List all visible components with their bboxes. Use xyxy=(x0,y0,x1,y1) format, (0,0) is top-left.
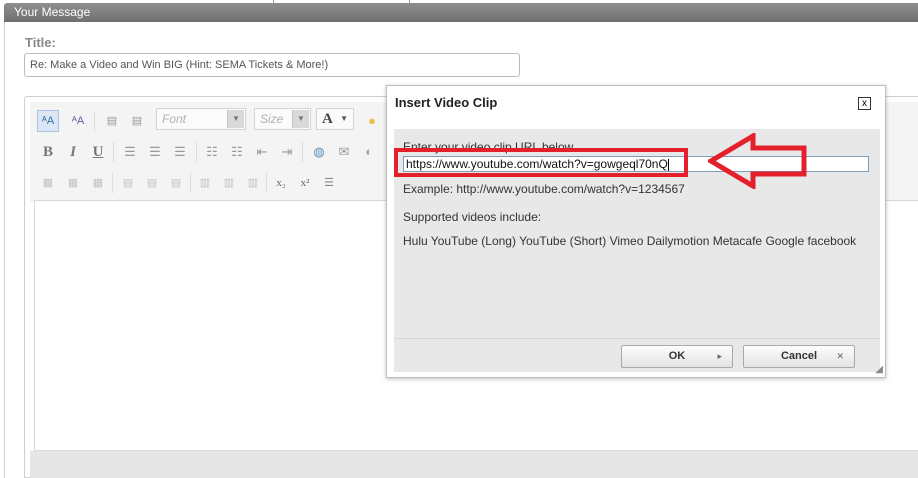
toolbar-separator xyxy=(266,173,267,193)
ordered-list-icon[interactable]: ☷ xyxy=(201,141,223,163)
close-icon: ✕ xyxy=(836,351,844,361)
chevron-right-icon: ▸ xyxy=(717,351,722,361)
panel-header: Your Message xyxy=(4,3,918,22)
toolbar-separator xyxy=(190,173,191,193)
supported-list: Hulu YouTube (Long) YouTube (Short) Vime… xyxy=(403,234,857,248)
size-select-label: Size xyxy=(260,112,284,126)
toolbar-separator xyxy=(302,142,303,162)
editor-statusbar xyxy=(30,451,918,478)
paste-icon[interactable]: ▤ xyxy=(101,110,123,132)
bold-button[interactable]: B xyxy=(37,141,59,163)
superscript-button[interactable]: x² xyxy=(294,172,316,194)
toolbar-separator xyxy=(196,142,197,162)
italic-button[interactable]: I xyxy=(62,141,84,163)
resize-grip-icon[interactable]: ◢ xyxy=(875,364,883,375)
panel-border xyxy=(4,22,5,478)
dialog-footer: OK ▸ Cancel ✕ xyxy=(394,338,880,372)
ok-label: OK xyxy=(668,350,686,362)
toolbar-separator xyxy=(112,173,113,193)
close-icon[interactable]: x xyxy=(858,97,871,110)
annotation-highlight-box xyxy=(394,148,688,177)
horizontal-rule-icon[interactable]: ☰ xyxy=(318,172,340,194)
chevron-down-icon: ▼ xyxy=(340,114,348,123)
ok-button[interactable]: OK ▸ xyxy=(621,345,733,368)
indent-icon[interactable]: ⇥ xyxy=(276,141,298,163)
toolbar-separator xyxy=(113,142,114,162)
font-select[interactable]: Font ▼ xyxy=(156,108,246,130)
annotation-arrow-icon xyxy=(708,133,807,189)
title-input[interactable]: Re: Make a Video and Win BIG (Hint: SEMA… xyxy=(24,53,520,77)
subscript-button[interactable]: x₂ xyxy=(270,172,292,194)
unordered-list-icon[interactable]: ☷ xyxy=(226,141,248,163)
font-color-label: A xyxy=(322,111,333,127)
toolbar-separator xyxy=(94,111,95,131)
cancel-label: Cancel xyxy=(780,350,818,362)
insert-column-right-icon[interactable]: ▥ xyxy=(218,172,240,194)
outdent-icon[interactable]: ⇤ xyxy=(251,141,273,163)
chevron-down-icon: ▼ xyxy=(227,110,244,128)
table-row-icon[interactable]: ▦ xyxy=(62,172,84,194)
cancel-button[interactable]: Cancel ✕ xyxy=(743,345,855,368)
insert-row-icon[interactable]: ▤ xyxy=(117,172,139,194)
table-delete-icon[interactable]: ▦ xyxy=(87,172,109,194)
dialog-title: Insert Video Clip xyxy=(395,95,498,110)
paste-word-icon[interactable]: ▤ xyxy=(126,110,148,132)
table-icon[interactable]: ▦ xyxy=(37,172,59,194)
chevron-down-icon: ▼ xyxy=(292,110,309,128)
align-left-icon[interactable]: ☰ xyxy=(119,141,141,163)
delete-row-icon[interactable]: ▤ xyxy=(165,172,187,194)
font-color-select[interactable]: A ▼ xyxy=(316,108,354,130)
url-example: Example: http://www.youtube.com/watch?v=… xyxy=(403,182,685,196)
size-select[interactable]: Size ▼ xyxy=(254,108,311,130)
align-right-icon[interactable]: ☰ xyxy=(169,141,191,163)
link-icon[interactable]: ◍ xyxy=(308,141,330,163)
highlight-icon[interactable]: ● xyxy=(361,110,383,132)
font-select-label: Font xyxy=(162,112,187,126)
insert-column-icon[interactable]: ▥ xyxy=(194,172,216,194)
delete-column-icon[interactable]: ▥ xyxy=(242,172,264,194)
email-icon[interactable]: ✉ xyxy=(333,141,355,163)
image-icon[interactable]: ◐ xyxy=(358,141,380,163)
insert-row-below-icon[interactable]: ▤ xyxy=(141,172,163,194)
align-center-icon[interactable]: ☰ xyxy=(144,141,166,163)
insert-video-dialog: Insert Video Clip x Enter your video cli… xyxy=(386,85,886,378)
supported-heading: Supported videos include: xyxy=(403,210,542,224)
text-style-icon[interactable]: ᴬA xyxy=(37,110,59,132)
title-label: Title: xyxy=(25,35,56,50)
underline-button[interactable]: U xyxy=(87,141,109,163)
clear-format-icon[interactable]: ᴬA xyxy=(67,110,89,132)
